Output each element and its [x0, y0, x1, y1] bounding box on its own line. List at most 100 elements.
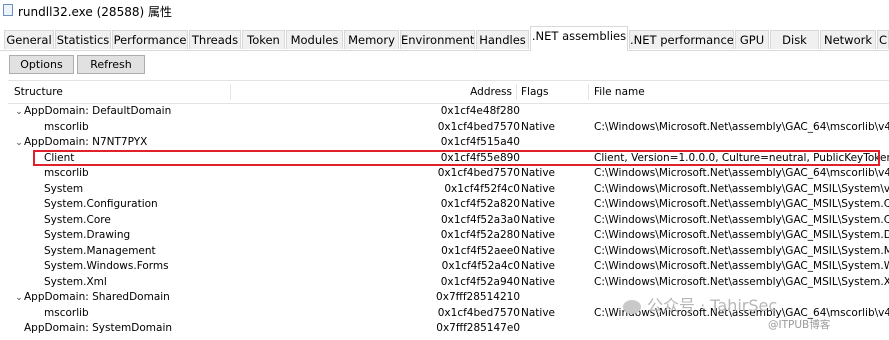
row-flags [521, 321, 591, 336]
row-structure: AppDomain: N7NT7PYX [24, 136, 148, 148]
row-flags: Native [521, 306, 555, 319]
tab-environment[interactable]: Environment [400, 30, 475, 49]
tab-token[interactable]: Token [242, 30, 285, 49]
tab-overflow[interactable]: C [877, 30, 889, 49]
row-flags: Native [521, 260, 555, 272]
tab-modules[interactable]: Modules [286, 30, 343, 49]
tab-disk[interactable]: Disk [770, 30, 819, 49]
row-file-name: C:\Windows\Microsoft.Net\assembly\GAC_MS… [594, 198, 889, 210]
tab-statistics[interactable]: Statistics [55, 30, 111, 49]
tree-row-appdomain[interactable]: ⌄AppDomain: N7NT7PYX 0x1cf4f515a40 [8, 135, 889, 151]
tab-net-performance[interactable]: .NET performance [629, 30, 734, 49]
row-flags: Native [521, 198, 555, 210]
tree-row-assembly[interactable]: System.Windows.Forms 0x1cf4f52a4c0 Nativ… [8, 259, 889, 275]
row-structure: AppDomain: SharedDomain [24, 291, 170, 303]
chevron-down-icon[interactable]: ⌄ [14, 136, 24, 150]
row-structure: mscorlib [44, 306, 89, 319]
row-address: 0x1cf4f52a820 [440, 198, 520, 210]
row-address: 0x1cf4f52a940 [440, 275, 520, 288]
tab-network[interactable]: Network [820, 30, 876, 49]
tree-row-assembly[interactable]: System.Drawing 0x1cf4f52a280 Native C:\W… [8, 228, 889, 244]
red-highlight-box [33, 150, 880, 166]
row-address: 0x1cf4f52a280 [440, 229, 520, 241]
row-structure: AppDomain: DefaultDomain [24, 105, 172, 117]
window-title: rundll32.exe (28588) 属性 [18, 5, 172, 19]
tree-row-assembly[interactable]: mscorlib 0x1cf4bed7570 Native C:\Windows… [8, 166, 889, 182]
row-flags: Native [521, 275, 555, 288]
tree-row-assembly[interactable]: System 0x1cf4f52f4c0 Native C:\Windows\M… [8, 182, 889, 198]
row-flags: Native [521, 229, 555, 241]
column-header-structure[interactable]: Structure [14, 81, 63, 103]
row-file-name [594, 135, 889, 150]
watermark: 公众号 · TahirSec [623, 292, 883, 315]
row-structure: System.Xml [44, 275, 107, 288]
tree-row-assembly[interactable]: System.Configuration 0x1cf4f52a820 Nativ… [8, 197, 889, 213]
row-file-name: C:\Windows\Microsoft.Net\assembly\GAC_MS… [594, 260, 889, 272]
row-structure: System.Configuration [44, 198, 158, 210]
tab-performance[interactable]: Performance [112, 30, 188, 49]
column-divider[interactable] [516, 84, 517, 100]
tree-row-assembly[interactable]: System.Xml 0x1cf4f52a940 Native C:\Windo… [8, 275, 889, 291]
chevron-down-icon[interactable]: ⌄ [14, 105, 24, 119]
tab-memory[interactable]: Memory [344, 30, 399, 49]
row-flags: Native [521, 213, 555, 226]
row-file-name: C:\Windows\Microsoft.Net\assembly\GAC_MS… [594, 275, 889, 288]
row-address: 0x7fff285147e0 [436, 322, 520, 334]
row-address: 0x1cf4bed7570 [437, 306, 520, 319]
row-structure: System.Drawing [44, 229, 131, 241]
row-address: 0x1cf4f52aee0 [441, 244, 520, 257]
options-button[interactable]: Options [9, 55, 74, 74]
tree-row-appdomain[interactable]: AppDomain: SystemDomain 0x7fff285147e0 [8, 321, 889, 337]
row-flags: Native [521, 167, 555, 179]
column-header-address[interactable]: Address [244, 81, 512, 103]
title-bar: rundll32.exe (28588) 属性 [0, 0, 889, 22]
row-flags: Native [521, 182, 555, 195]
row-flags: Native [521, 120, 555, 133]
tab-threads[interactable]: Threads [189, 30, 241, 49]
refresh-button[interactable]: Refresh [77, 55, 145, 74]
row-structure: System.Core [44, 213, 111, 226]
row-file-name: C:\Windows\Microsoft.Net\assembly\GAC_MS… [594, 213, 889, 226]
row-address: 0x1cf4f52a3a0 [440, 213, 520, 226]
row-file-name: C:\Windows\Microsoft.Net\assembly\GAC_MS… [594, 244, 889, 257]
tab-gpu[interactable]: GPU [735, 30, 769, 49]
window-icon [3, 4, 13, 16]
row-address: 0x1cf4f52f4c0 [444, 182, 520, 195]
row-flags [521, 135, 591, 150]
row-file-name [594, 104, 889, 119]
row-flags [521, 290, 591, 305]
row-file-name: C:\Windows\Microsoft.Net\assembly\GAC_64… [594, 120, 889, 133]
tab-handles[interactable]: Handles [476, 30, 529, 49]
row-address: 0x7fff28514210 [436, 291, 520, 303]
row-address: 0x1cf4f52a4c0 [441, 260, 520, 272]
row-address: 0x1cf4bed7570 [437, 167, 520, 179]
column-header-flags[interactable]: Flags [521, 81, 549, 103]
row-file-name: C:\Windows\Microsoft.Net\assembly\GAC_64… [594, 167, 889, 179]
tab-net-assemblies[interactable]: .NET assemblies [530, 26, 628, 51]
row-flags [521, 104, 591, 119]
watermark-text: 公众号 · TahirSec [647, 296, 778, 315]
row-structure: System.Windows.Forms [44, 260, 169, 272]
row-flags: Native [521, 244, 555, 257]
column-divider[interactable] [230, 84, 231, 100]
tree-row-appdomain[interactable]: ⌄AppDomain: DefaultDomain 0x1cf4e48f280 [8, 104, 889, 120]
row-structure: mscorlib [44, 167, 89, 179]
row-file-name: C:\Windows\Microsoft.Net\assembly\GAC_MS… [594, 182, 889, 195]
chevron-down-icon[interactable]: ⌄ [14, 291, 24, 305]
row-structure: System [44, 182, 84, 195]
row-address: 0x1cf4e48f280 [440, 105, 520, 117]
tree-row-assembly[interactable]: mscorlib 0x1cf4bed7570 Native C:\Windows… [8, 120, 889, 136]
tab-general[interactable]: General [4, 30, 54, 49]
tree-row-assembly[interactable]: System.Management 0x1cf4f52aee0 Native C… [8, 244, 889, 260]
column-header-row: Structure Address Flags File name [8, 81, 889, 104]
row-structure: AppDomain: SystemDomain [24, 322, 173, 334]
row-file-name [594, 321, 889, 336]
tree-row-assembly[interactable]: System.Core 0x1cf4f52a3a0 Native C:\Wind… [8, 213, 889, 229]
row-structure: System.Management [44, 244, 156, 257]
row-file-name: C:\Windows\Microsoft.Net\assembly\GAC_MS… [594, 229, 889, 241]
column-header-file-name[interactable]: File name [594, 81, 645, 103]
row-structure: mscorlib [44, 120, 89, 133]
row-address: 0x1cf4f515a40 [440, 136, 520, 148]
tab-strip: General Statistics Performance Threads T… [0, 26, 889, 51]
column-divider[interactable] [588, 84, 589, 100]
